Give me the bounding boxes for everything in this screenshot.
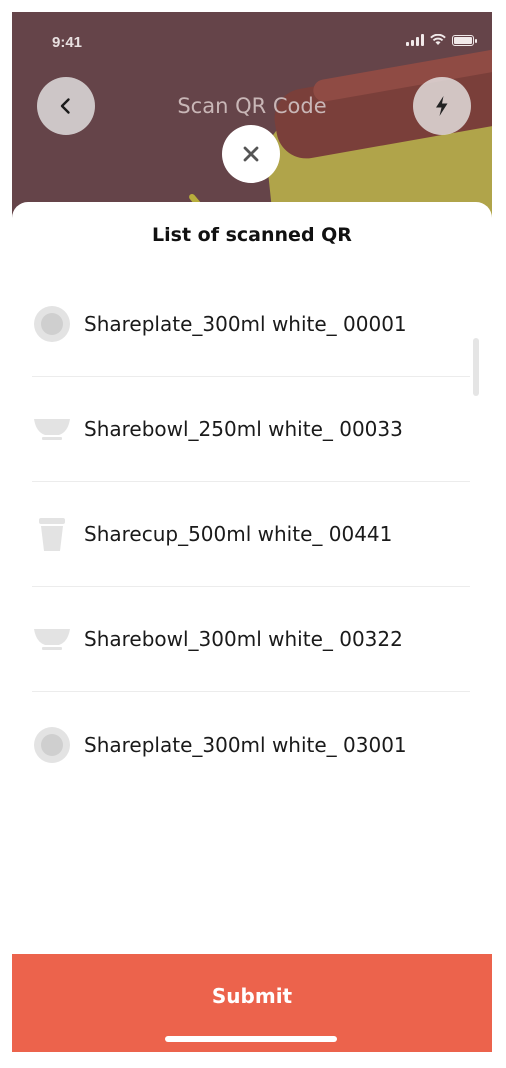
home-indicator[interactable]	[165, 1036, 337, 1042]
submit-button[interactable]: Submit	[12, 954, 492, 1052]
lightning-icon	[436, 96, 448, 116]
item-label: Shareplate_300ml white_ 03001	[84, 732, 407, 757]
item-label: Shareplate_300ml white_ 00001	[84, 312, 407, 336]
wifi-icon	[430, 34, 446, 45]
scanned-list-sheet: List of scanned QR Shareplate_300ml whit…	[12, 202, 492, 1052]
status-bar: 9:41	[12, 12, 492, 68]
flash-toggle-button[interactable]	[413, 77, 471, 135]
scrollbar[interactable]	[473, 338, 479, 396]
close-sheet-button[interactable]	[222, 125, 280, 183]
battery-icon	[452, 34, 477, 46]
list-item[interactable]: Sharecup_500ml white_ 00441	[32, 482, 470, 587]
cup-icon	[32, 514, 72, 554]
list-item[interactable]: Shareplate_300ml white_ 03001	[32, 692, 470, 797]
plate-icon	[32, 304, 72, 344]
list-item[interactable]: Sharebowl_250ml white_ 00033	[32, 377, 470, 482]
item-label: Sharecup_500ml white_ 00441	[84, 522, 393, 546]
status-time: 9:41	[52, 34, 83, 51]
item-label: Sharebowl_300ml white_ 00322	[84, 627, 403, 651]
bowl-icon	[32, 619, 72, 659]
list-item[interactable]: Shareplate_300ml white_ 00001	[32, 272, 470, 377]
status-icons	[406, 34, 477, 46]
bowl-icon	[32, 409, 72, 449]
close-icon	[243, 146, 259, 162]
signal-icon	[406, 34, 424, 46]
scanned-list: Shareplate_300ml white_ 00001 Sharebowl_…	[32, 272, 470, 797]
submit-label: Submit	[211, 984, 293, 1008]
sheet-title: List of scanned QR	[152, 224, 352, 246]
item-label: Sharebowl_250ml white_ 00033	[84, 417, 403, 441]
phone-screen: 9:41 Scan QR Code List of scanned QR Sha…	[12, 12, 492, 1052]
plate-icon	[32, 725, 72, 765]
list-item[interactable]: Sharebowl_300ml white_ 00322	[32, 587, 470, 692]
